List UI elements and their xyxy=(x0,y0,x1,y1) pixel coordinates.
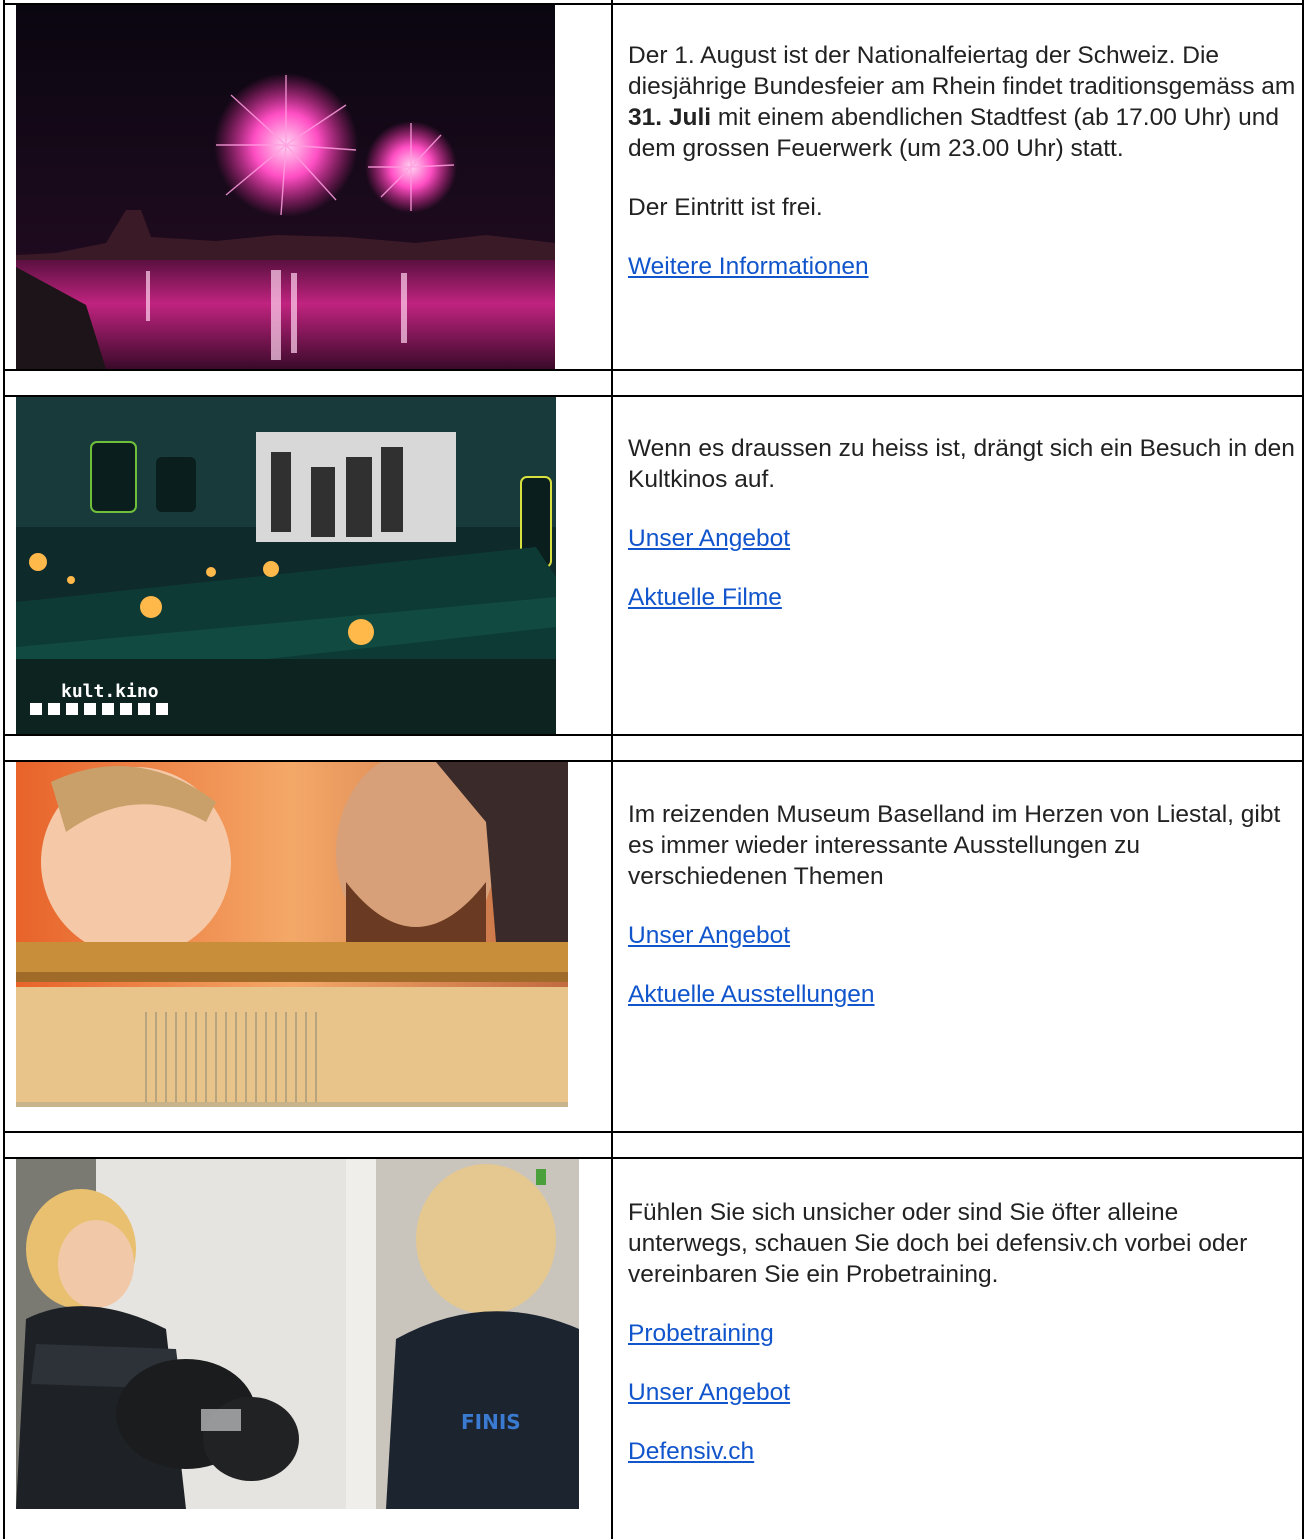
row-divider xyxy=(3,369,1304,371)
fireworks-more-info-link[interactable]: Weitere Informationen xyxy=(628,253,869,280)
current-films-link[interactable]: Aktuelle Filme xyxy=(628,584,782,611)
trial-training-link[interactable]: Probetraining xyxy=(628,1320,774,1347)
defensiv-ch-link[interactable]: Defensiv.ch xyxy=(628,1438,754,1465)
museum-paragraph: Im reizenden Museum Baselland im Herzen … xyxy=(628,801,1281,890)
self-defense-training-photo: FINIS xyxy=(16,1159,579,1509)
defense-paragraph: Fühlen Sie sich unsicher oder sind Sie ö… xyxy=(628,1199,1248,1288)
museum-text-cell: Im reizenden Museum Baselland im Herzen … xyxy=(628,799,1298,1010)
museum-weaving-photo xyxy=(16,762,568,1107)
cinema-text-cell: Wenn es draussen zu heiss ist, drängt si… xyxy=(628,433,1298,613)
defense-offer-link[interactable]: Unser Angebot xyxy=(628,1379,790,1406)
row-divider xyxy=(3,734,1304,736)
fireworks-paragraph-text: Der 1. August ist der Nationalfeiertag d… xyxy=(628,42,1296,100)
fireworks-paragraph: Der 1. August ist der Nationalfeiertag d… xyxy=(628,40,1298,164)
fireworks-paragraph-text-end: mit einem abendlichen Stadtfest (ab 17.0… xyxy=(628,104,1279,162)
current-exhibitions-link[interactable]: Aktuelle Ausstellungen xyxy=(628,981,875,1008)
fireworks-photo xyxy=(16,5,555,369)
admission-note: Der Eintritt ist frei. xyxy=(628,194,823,221)
row-divider xyxy=(3,1131,1304,1133)
shirt-print: FINIS xyxy=(461,1410,521,1434)
cinema-paragraph: Wenn es draussen zu heiss ist, drängt si… xyxy=(628,435,1295,493)
museum-offer-link[interactable]: Unser Angebot xyxy=(628,922,790,949)
table-border-left xyxy=(3,0,5,1539)
column-divider xyxy=(611,0,613,1539)
fireworks-date-bold: 31. Juli xyxy=(628,104,712,131)
kult-kino-logo: kult.kino xyxy=(61,681,159,702)
cinema-offer-link[interactable]: Unser Angebot xyxy=(628,525,790,552)
cinema-photo: kult.kino xyxy=(16,397,556,734)
defense-text-cell: Fühlen Sie sich unsicher oder sind Sie ö… xyxy=(628,1197,1298,1467)
fireworks-text-cell: Der 1. August ist der Nationalfeiertag d… xyxy=(628,40,1298,282)
